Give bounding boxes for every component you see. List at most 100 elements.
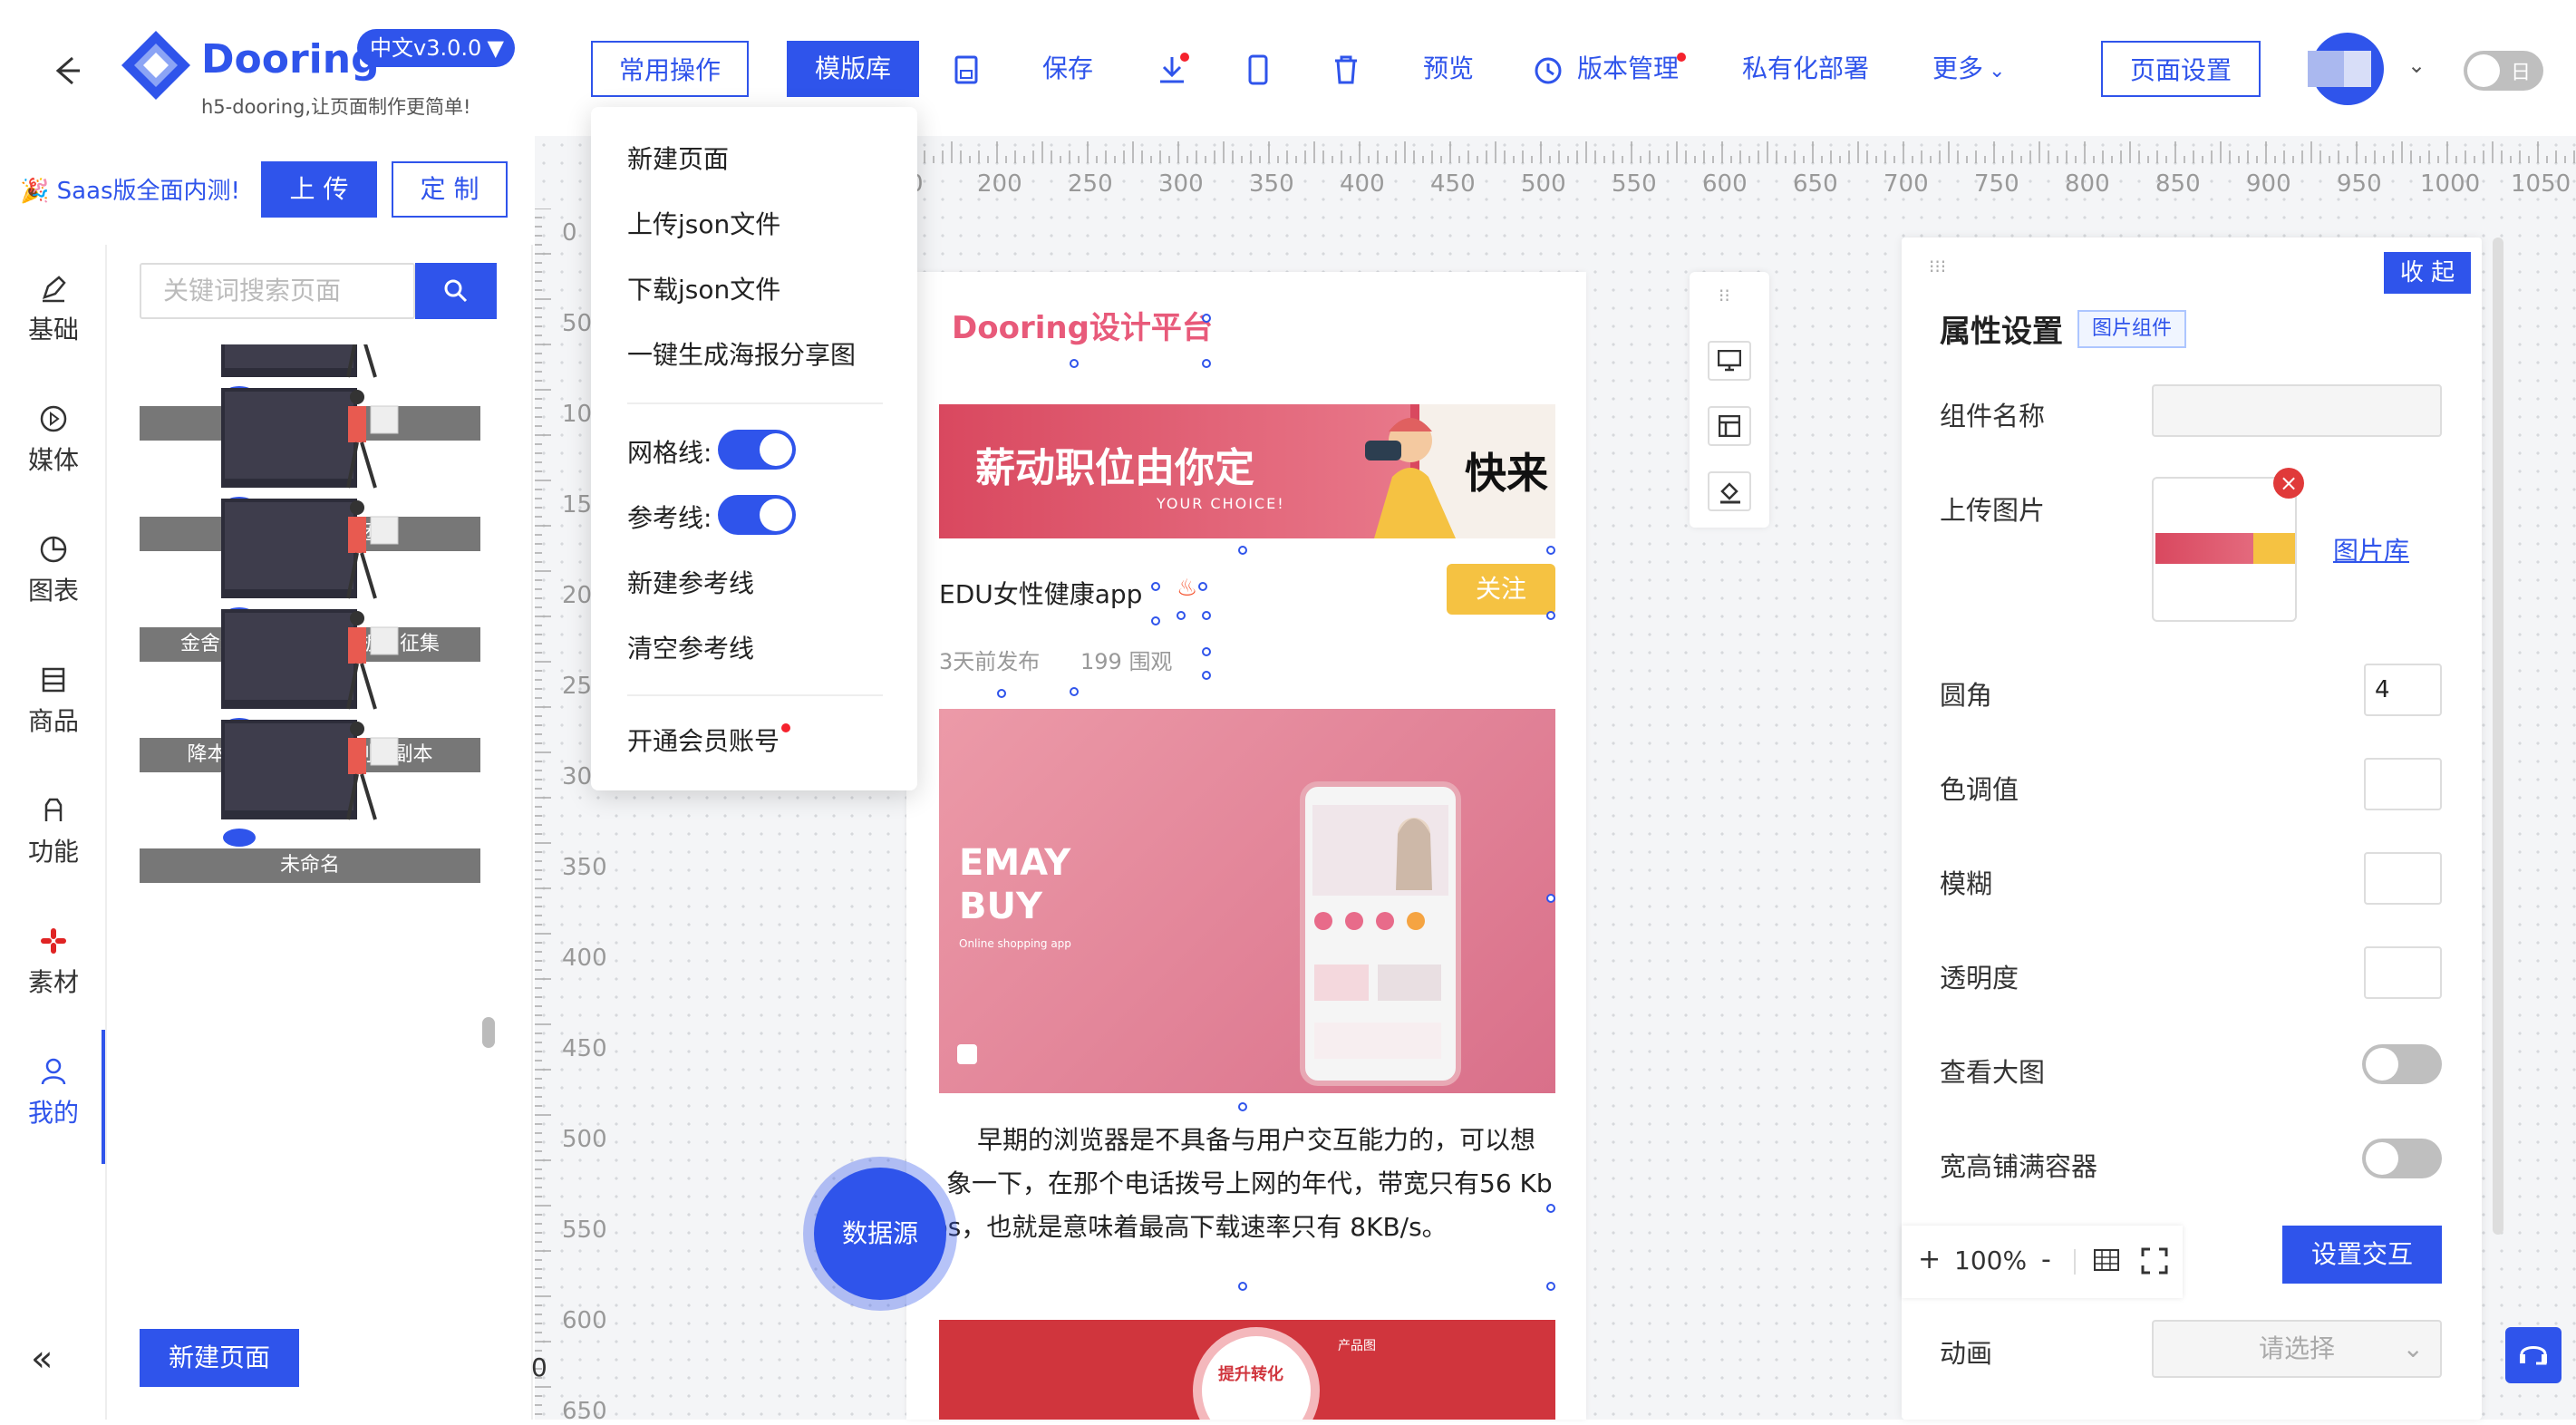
data-source-button[interactable]: 数据源	[814, 1168, 946, 1300]
nav-label: 媒体	[27, 445, 79, 475]
resize-handle[interactable]	[1238, 546, 1247, 555]
version-select[interactable]: 中文v3.0.0 ▼	[357, 29, 515, 67]
resize-handle[interactable]	[1202, 647, 1211, 656]
nav-item-chart[interactable]: 图表	[0, 531, 107, 607]
resize-handle[interactable]	[1202, 611, 1211, 620]
image-library-link[interactable]: 图片库	[2333, 531, 2409, 567]
menu-item-vip[interactable]: 开通会员账号	[627, 722, 780, 758]
template-card[interactable]: 未命名	[140, 693, 480, 883]
fill-container-toggle[interactable]	[2362, 1139, 2442, 1178]
paragraph-text[interactable]: 早期的浏览器是不具备与用户交互能力的，可以想 象一下，在那个电话拨号上网的年代，…	[932, 1119, 1553, 1249]
trash-icon[interactable]	[1332, 54, 1360, 85]
remove-image-icon[interactable]: ×	[2273, 468, 2304, 499]
blur-input[interactable]	[2364, 852, 2442, 905]
menu-item-download-json[interactable]: 下载json文件	[627, 270, 780, 306]
nav-item-basic[interactable]: 基础	[0, 270, 107, 346]
zoom-in-button[interactable]: +	[1918, 1244, 1941, 1275]
nav-item-mine[interactable]: 我的	[0, 1053, 107, 1129]
menu-item-new-page[interactable]: 新建页面	[627, 140, 729, 176]
resize-handle[interactable]	[1202, 671, 1211, 680]
resize-handle[interactable]	[1546, 894, 1555, 903]
resize-handle[interactable]	[1177, 611, 1186, 620]
mobile-icon[interactable]	[1247, 54, 1269, 85]
menu-item-clear-guides[interactable]: 清空参考线	[627, 629, 754, 665]
menu-item-new-guide[interactable]: 新建参考线	[627, 564, 754, 600]
support-button[interactable]	[2505, 1327, 2561, 1383]
resize-handle[interactable]	[1546, 1204, 1555, 1213]
resize-handle[interactable]	[1202, 314, 1211, 323]
common-ops-button[interactable]: 常用操作	[591, 41, 749, 97]
resize-handle[interactable]	[1198, 582, 1207, 591]
resize-handle[interactable]	[1546, 1282, 1555, 1291]
resize-handle[interactable]	[1070, 687, 1079, 696]
menu-item-upload-json[interactable]: 上传json文件	[627, 205, 780, 241]
emay-buy-image[interactable]: EMAY BUY Online shopping app	[939, 709, 1555, 1093]
more-menu[interactable]: 更多 ⌄	[1932, 50, 2005, 91]
upload-button[interactable]: 上 传	[261, 161, 377, 218]
preview-button[interactable]: 预览	[1423, 50, 1474, 88]
ruler-label: 20	[562, 582, 593, 609]
resize-handle[interactable]	[1546, 611, 1555, 620]
fill-button[interactable]	[1708, 471, 1751, 511]
guide-toggle[interactable]	[718, 495, 796, 535]
ruler-label: 25	[562, 673, 593, 700]
phone-preview[interactable]: Dooring设计平台 薪动职位由你定 YOUR CHOICE! 快来 EDU女…	[906, 272, 1586, 1420]
save-button[interactable]: 保存	[1042, 50, 1093, 88]
fullscreen-icon[interactable]	[2141, 1247, 2168, 1275]
zoom-view-toggle[interactable]	[2362, 1044, 2442, 1084]
template-library-button[interactable]: 模版库	[787, 41, 919, 97]
zoom-out-button[interactable]: -	[2041, 1244, 2051, 1275]
resize-handle[interactable]	[997, 689, 1006, 698]
nav-item-function[interactable]: 功能	[0, 792, 107, 868]
nav-item-goods[interactable]: 商品	[0, 662, 107, 738]
ruler-label: 600	[562, 1307, 607, 1334]
desktop-view-button[interactable]	[1708, 341, 1751, 381]
page-settings-button[interactable]: 页面设置	[2101, 41, 2261, 97]
component-name-input[interactable]	[2152, 384, 2442, 437]
avatar[interactable]	[2308, 33, 2389, 105]
arrow-left-icon[interactable]	[49, 54, 82, 87]
uploaded-image-thumb[interactable]	[2152, 477, 2297, 622]
nav-item-media[interactable]: 媒体	[0, 401, 107, 477]
collapse-panel-button[interactable]: 收 起	[2384, 252, 2471, 294]
collapse-sidebar-button[interactable]: «	[31, 1338, 53, 1380]
resize-handle[interactable]	[1238, 1102, 1247, 1111]
page-title-text[interactable]: Dooring设计平台	[952, 303, 1213, 347]
resize-handle[interactable]	[1070, 359, 1079, 368]
resize-handle[interactable]	[1546, 546, 1555, 555]
drag-handle-icon[interactable]: ⁝⁝⁝	[1929, 256, 1946, 277]
radius-input[interactable]: 4	[2364, 664, 2442, 716]
paragraph-line: 早期的浏览器是不具备与用户交互能力的，可以想	[977, 1125, 1536, 1155]
menu-item-poster[interactable]: 一键生成海报分享图	[627, 335, 856, 372]
private-deploy-button[interactable]: 私有化部署	[1742, 50, 1869, 88]
grid-toggle[interactable]	[718, 430, 796, 470]
theme-toggle[interactable]: 日	[2464, 51, 2543, 91]
hue-input[interactable]	[2364, 758, 2442, 810]
version-management-button[interactable]: 版本管理	[1577, 50, 1679, 88]
template-list-scrollbar[interactable]	[482, 1017, 495, 1048]
resize-handle[interactable]	[1151, 616, 1160, 625]
resize-handle[interactable]	[1202, 359, 1211, 368]
drag-handle-icon[interactable]: ⁝⁝	[1719, 285, 1730, 306]
opacity-input[interactable]	[2364, 946, 2442, 999]
nav-item-assets[interactable]: 素材	[0, 923, 107, 999]
search-input[interactable]: 关键词搜索页面	[140, 263, 415, 319]
follow-button[interactable]: 关注	[1447, 564, 1555, 615]
app-name[interactable]: EDU女性健康app	[939, 575, 1142, 611]
conversion-banner[interactable]: 提升转化 产品图	[939, 1320, 1555, 1420]
props-scrollbar[interactable]	[2493, 238, 2503, 1235]
new-page-button[interactable]: 新建页面	[140, 1329, 299, 1387]
search-button[interactable]	[415, 263, 497, 319]
resize-handle[interactable]	[1238, 1282, 1247, 1291]
job-banner[interactable]: 薪动职位由你定 YOUR CHOICE! 快来	[939, 404, 1555, 538]
layout-button[interactable]	[1708, 406, 1751, 446]
chevron-down-icon[interactable]: ⌄	[2407, 53, 2426, 78]
grid-layout-icon[interactable]	[2094, 1249, 2119, 1273]
animation-select[interactable]: 请选择 ⌄	[2152, 1320, 2442, 1378]
set-interaction-button[interactable]: 设置交互	[2282, 1226, 2442, 1284]
ruler-label: 250	[1068, 170, 1113, 198]
custom-button[interactable]: 定 制	[392, 161, 508, 218]
resize-handle[interactable]	[1151, 582, 1160, 591]
radius-label: 圆角	[1940, 680, 1993, 711]
save-file-icon[interactable]	[954, 54, 981, 85]
